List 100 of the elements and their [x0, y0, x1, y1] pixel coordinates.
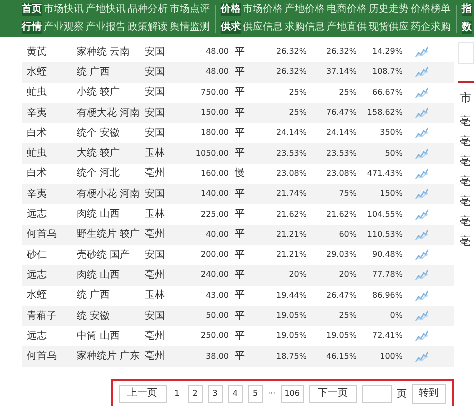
trend-text: 平 [235, 248, 245, 263]
weekly-change: 26.32% [276, 46, 307, 58]
page-button[interactable]: 5 [248, 385, 264, 404]
page-button[interactable]: 2 [188, 385, 203, 404]
herb-name: 辛夷 [27, 106, 48, 121]
nav-link[interactable]: 品种分析 [128, 3, 168, 16]
trend-text: 平 [235, 66, 245, 80]
trend-chart-icon[interactable] [415, 249, 429, 262]
monthly-change: 46.15% [326, 350, 357, 363]
spec-text: 有梗小花 河南 [77, 188, 142, 202]
trend-chart-icon[interactable] [415, 107, 429, 120]
spec-text: 有梗大花 河南 [77, 106, 142, 121]
yearly-change: 77.78% [372, 269, 403, 282]
price-text: 250.00 [201, 330, 229, 342]
market-link[interactable]: 亳 [460, 235, 474, 249]
trend-chart-icon[interactable] [415, 330, 429, 342]
herb-name: 远志 [27, 268, 48, 283]
monthly-change: 25% [339, 86, 357, 99]
market-text: 玉林 [145, 208, 166, 222]
trend-chart-icon[interactable] [415, 148, 429, 160]
nav-category[interactable]: 价格 [221, 3, 241, 16]
trend-chart-icon[interactable] [415, 168, 429, 180]
trend-chart-icon[interactable] [415, 290, 429, 302]
trend-chart-icon[interactable] [415, 86, 429, 99]
nav-category[interactable]: 数 [462, 21, 472, 34]
yearly-change: 110.53% [367, 228, 403, 241]
yearly-change: 100% [380, 350, 403, 363]
market-text: 玉林 [145, 288, 166, 304]
nav-link[interactable]: 市场快讯 [44, 3, 84, 16]
nav-link[interactable]: 药企求购 [411, 21, 451, 34]
trend-text: 平 [235, 106, 245, 121]
trend-chart-icon[interactable] [415, 46, 429, 58]
nav-category[interactable]: 供求 [221, 21, 241, 34]
prev-page-button[interactable]: 上一页 [118, 385, 167, 404]
nav-link[interactable]: 政策解读 [128, 21, 168, 34]
herb-name: 水蛭 [27, 288, 48, 304]
market-text: 玉林 [145, 146, 166, 162]
herb-name: 虻虫 [27, 146, 48, 162]
herb-name: 虻虫 [27, 86, 48, 100]
nav-category[interactable]: 指 [462, 3, 472, 16]
trend-chart-icon[interactable] [415, 127, 429, 140]
go-button[interactable]: 转到 [412, 384, 446, 404]
nav-link[interactable]: 产业报告 [86, 21, 126, 34]
market-link[interactable]: 亳 [460, 135, 474, 149]
page-button[interactable]: 3 [208, 385, 223, 404]
nav-category[interactable]: 行情 [22, 21, 42, 34]
spec-text: 中筒 山西 [77, 330, 122, 344]
trend-chart-icon[interactable] [415, 269, 429, 282]
market-link[interactable]: 亳 [460, 195, 474, 209]
trend-chart-icon[interactable] [415, 350, 429, 363]
nav-link[interactable]: 现货供应 [369, 21, 409, 34]
market-link[interactable]: 亳 [460, 115, 474, 129]
market-text: 安国 [145, 46, 166, 60]
nav-category[interactable]: 首页 [22, 3, 42, 16]
page-button[interactable]: 1 [172, 385, 183, 404]
weekly-change: 19.44% [276, 290, 307, 302]
nav-link[interactable]: 产地价格 [285, 3, 325, 16]
page-input-field[interactable] [362, 385, 392, 404]
herb-name: 青葙子 [27, 310, 58, 324]
page-button[interactable]: 4 [228, 385, 243, 404]
market-text: 亳州 [145, 350, 166, 364]
trend-chart-icon[interactable] [415, 228, 429, 241]
yearly-change: 50% [385, 148, 403, 160]
spec-text: 肉统 山西 [77, 268, 122, 283]
nav-link[interactable]: 产地直供 [327, 21, 367, 34]
trend-chart-icon[interactable] [415, 188, 429, 200]
market-link[interactable]: 亳 [460, 155, 474, 169]
herb-name: 远志 [27, 330, 48, 344]
nav-link[interactable]: 产地快讯 [86, 3, 126, 16]
trend-text: 平 [235, 228, 245, 242]
trend-text: 平 [235, 46, 245, 60]
weekly-change: 20% [289, 269, 307, 282]
price-text: 160.00 [201, 168, 229, 180]
trend-chart-icon[interactable] [415, 208, 429, 221]
nav-link[interactable]: 产业观察 [44, 21, 84, 34]
page-button[interactable]: 106 [280, 385, 304, 404]
trend-chart-icon[interactable] [415, 310, 429, 322]
market-text: 安国 [145, 86, 166, 100]
next-page-button[interactable]: 下一页 [309, 385, 357, 404]
monthly-change: 26.47% [326, 290, 357, 302]
yearly-change: 350% [380, 127, 403, 140]
trend-text: 平 [235, 268, 245, 283]
trend-chart-icon[interactable] [415, 66, 429, 78]
nav-link[interactable]: 求购信息 [285, 21, 325, 34]
nav-link[interactable]: 电商价格 [327, 3, 367, 16]
herb-name: 砂仁 [27, 248, 48, 263]
nav-link[interactable]: 舆情监测 [170, 21, 210, 34]
monthly-change: 76.47% [326, 107, 357, 120]
spec-text: 小统 较广 [77, 86, 122, 100]
nav-link[interactable]: 价格榜单 [411, 3, 451, 16]
nav-link[interactable]: 历史走势 [369, 3, 409, 16]
nav-link[interactable]: 市场点评 [170, 3, 210, 16]
market-link[interactable]: 亳 [460, 215, 474, 229]
price-text: 38.00 [206, 350, 229, 363]
market-link[interactable]: 亳 [460, 175, 474, 189]
herb-name: 白术 [27, 126, 48, 141]
market-text: 安国 [145, 310, 166, 324]
herb-name: 何首乌 [27, 350, 58, 364]
nav-link[interactable]: 供应信息 [243, 21, 283, 34]
nav-link[interactable]: 市场价格 [243, 3, 283, 16]
